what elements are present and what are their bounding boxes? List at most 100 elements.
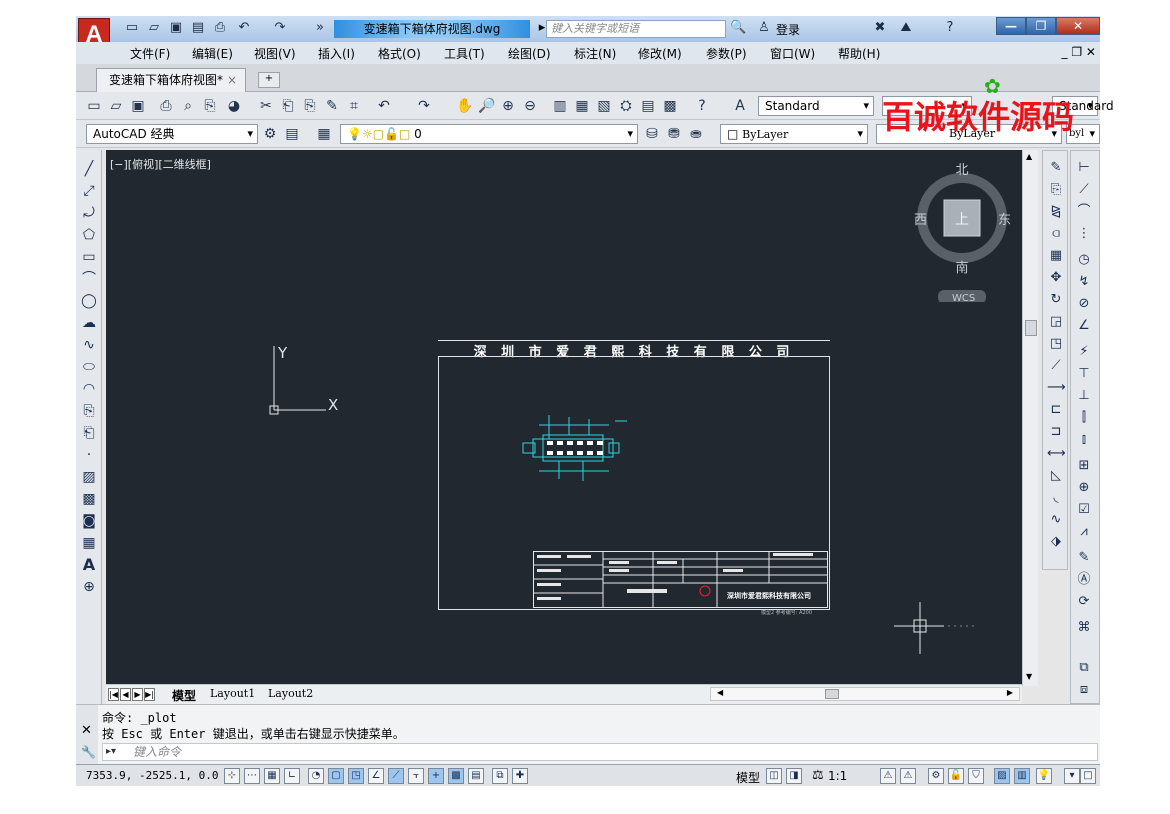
workspace-switching-icon[interactable]: ⚙ (928, 768, 944, 784)
auto-scale-icon[interactable]: ⚠ (900, 768, 916, 784)
next-layout-button[interactable]: ▶ (132, 688, 143, 701)
trim-icon[interactable]: ⟋ (1047, 357, 1065, 375)
lineweight-display-icon[interactable]: + (428, 768, 444, 784)
point-icon[interactable]: · (80, 446, 98, 464)
dimension-break-icon[interactable]: ⫾ (1075, 431, 1093, 449)
tolerance-icon[interactable]: ⊞ (1075, 457, 1093, 475)
polyline-icon[interactable]: ⤾ (80, 204, 98, 222)
document-tab[interactable]: 变速箱下箱体府视图* × (96, 68, 246, 92)
aligned-dimension-icon[interactable]: ⟋ (1075, 181, 1093, 199)
dimension-update-icon[interactable]: ⟳ (1075, 593, 1093, 611)
3d-osnap-icon[interactable]: ◳ (348, 768, 364, 784)
scroll-left-icon[interactable]: ◀ (717, 688, 723, 697)
zoom-previous-icon[interactable]: ⊖ (522, 98, 538, 114)
move-icon[interactable]: ✥ (1047, 269, 1065, 287)
viewcube-south-label[interactable]: 南 (955, 260, 968, 276)
properties-icon[interactable]: ▥ (552, 98, 568, 114)
infer-constraints-icon[interactable]: ⊹ (224, 768, 240, 784)
autodesk-360-icon[interactable]: ⛰ (898, 21, 914, 35)
clean-screen-sb-icon[interactable]: ▥ (1014, 768, 1030, 784)
lock-ui-icon[interactable]: 🔓 (948, 768, 964, 784)
angular-dimension-icon[interactable]: ∠ (1075, 317, 1093, 335)
viewport-controls-label[interactable]: [−][俯视][二维线框] (110, 156, 211, 172)
quick-view-layouts-icon[interactable]: ◫ (766, 768, 782, 784)
menu-file[interactable]: 文件(F) (130, 45, 170, 62)
polar-tracking-icon[interactable]: ◔ (308, 768, 324, 784)
tab-close-icon[interactable]: × (227, 69, 237, 91)
explode-icon[interactable]: ⬗ (1047, 533, 1065, 551)
publish-icon[interactable]: ⎘ (202, 98, 218, 114)
lightbulb-icon[interactable]: 💡 (1036, 768, 1052, 784)
layer-properties-icon[interactable]: ▦ (316, 126, 332, 142)
quick-access-more-icon[interactable]: » (312, 21, 328, 35)
layer-toolbar-icon[interactable]: ⧉ (1075, 659, 1093, 677)
model-space-label[interactable]: 模型 (736, 769, 760, 786)
jogged-dimension-icon[interactable]: ↯ (1075, 273, 1093, 291)
menu-draw[interactable]: 绘图(D) (508, 45, 551, 62)
color-select[interactable]: □ ByLayer (720, 124, 868, 144)
layer-match-icon[interactable]: ⛂ (688, 126, 704, 142)
layer-select[interactable]: 💡☼▢🔓□ 0 (340, 124, 638, 144)
break-icon[interactable]: ⊏ (1047, 401, 1065, 419)
extend-icon[interactable]: ⟶ (1047, 379, 1066, 397)
line-icon[interactable]: ╱ (80, 160, 98, 178)
revision-cloud-icon[interactable]: ☁ (80, 314, 98, 332)
quick-properties-icon[interactable]: ▤ (468, 768, 484, 784)
binoculars-icon[interactable]: 🔍 (730, 21, 746, 35)
drawing-canvas[interactable]: [−][俯视][二维线框] Y X 上 北 南 西 东 WCS 深 圳 市 爱 … (106, 150, 1022, 686)
first-layout-button[interactable]: |◀ (108, 688, 119, 701)
zoom-window-icon[interactable]: ⊕ (500, 98, 516, 114)
maximize-button[interactable]: ❐ (1026, 17, 1056, 35)
minimize-button[interactable]: — (996, 17, 1026, 35)
menu-format[interactable]: 格式(O) (378, 45, 421, 62)
join-icon[interactable]: ⟷ (1047, 445, 1066, 463)
viewcube[interactable]: 上 北 南 西 东 WCS (908, 162, 1022, 302)
vertical-scrollbar[interactable]: ▲ ▼ (1022, 150, 1038, 686)
dimension-text-edit-icon[interactable]: Ⓐ (1075, 571, 1093, 589)
tool-palettes-icon[interactable]: ▧ (596, 98, 612, 114)
linear-dimension-icon[interactable]: ⊢ (1075, 159, 1093, 177)
last-layout-button[interactable]: ▶| (144, 688, 155, 701)
object-snap-tracking-icon[interactable]: ∠ (368, 768, 384, 784)
document-window-controls[interactable]: _ ❐ ✕ (1062, 45, 1096, 59)
scroll-right-icon[interactable]: ▶ (1007, 688, 1013, 697)
save-as-icon[interactable]: ▤ (190, 21, 206, 35)
make-current-layer-icon[interactable]: ⛁ (644, 126, 660, 142)
command-prompt-icon[interactable]: ▸▾ (106, 746, 116, 757)
object-snap-icon[interactable]: ▢ (328, 768, 344, 784)
dimension-edit-icon[interactable]: ✎ (1075, 549, 1093, 567)
login-link[interactable]: 登录 (776, 21, 800, 38)
tab-model[interactable]: 模型 (172, 687, 196, 704)
text-style-select[interactable]: Standard (758, 96, 874, 116)
chamfer-icon[interactable]: ◺ (1047, 467, 1065, 485)
ordinate-dimension-icon[interactable]: ⋮ (1075, 225, 1093, 243)
table-icon[interactable]: ▦ (80, 534, 98, 552)
rectangle-icon[interactable]: ▭ (80, 248, 98, 266)
erase-icon[interactable]: ✎ (1047, 159, 1065, 177)
scale-icon[interactable]: ◲ (1047, 313, 1065, 331)
cursor-coordinates[interactable]: 7353.9, -2525.1, 0.0 (86, 769, 218, 782)
layer-previous-icon[interactable]: ⛃ (666, 126, 682, 142)
workspace-settings-icon[interactable]: ⚙ (262, 126, 278, 142)
viewcube-east-label[interactable]: 东 (998, 213, 1011, 228)
annotation-scale-icon[interactable]: ⚖ (812, 768, 824, 783)
new-file-icon[interactable]: ▭ (124, 21, 140, 35)
text-style-icon[interactable]: A (732, 98, 748, 114)
tab-layout2[interactable]: Layout2 (268, 687, 313, 700)
viewcube-west-label[interactable]: 西 (914, 213, 927, 228)
save-icon[interactable]: ▣ (168, 21, 184, 35)
baseline-dimension-icon[interactable]: ⊤ (1075, 365, 1093, 383)
prev-layout-button[interactable]: ◀ (120, 688, 131, 701)
diameter-dimension-icon[interactable]: ⊘ (1075, 295, 1093, 313)
print-preview-icon[interactable]: ⌕ (180, 98, 196, 114)
new-tab-button[interactable]: + (258, 72, 280, 88)
insert-block-icon[interactable]: ⎘ (80, 402, 98, 420)
match-properties-icon[interactable]: ✎ (324, 98, 340, 114)
copy-object-icon[interactable]: ⎘ (1047, 181, 1065, 199)
make-block-icon[interactable]: ⎗ (80, 424, 98, 442)
design-center-icon[interactable]: ▦ (574, 98, 590, 114)
multiline-text-icon[interactable]: A (80, 556, 98, 574)
new-icon[interactable]: ▭ (86, 98, 102, 114)
menu-view[interactable]: 视图(V) (254, 45, 296, 62)
region-icon[interactable]: ◙ (80, 512, 98, 530)
